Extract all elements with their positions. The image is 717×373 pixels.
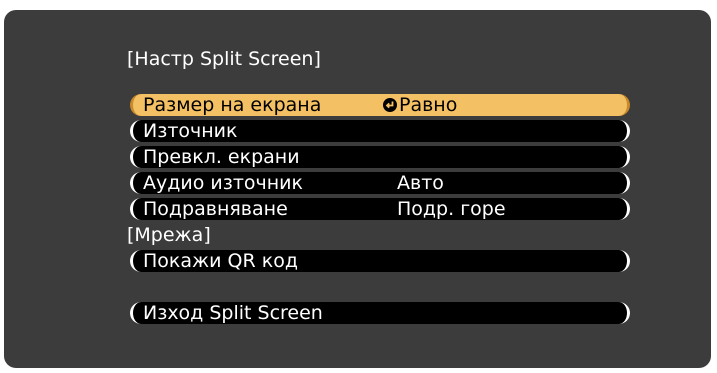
menu-item-value: Равно (383, 92, 457, 118)
menu-item-audio-source[interactable]: Аудио източник Авто (130, 172, 630, 194)
menu-item-value: Подр. горе (397, 198, 506, 220)
menu-item-label: Превкл. екрани (143, 146, 300, 168)
enter-icon (383, 98, 397, 112)
menu-item-alignment[interactable]: Подравняване Подр. горе (130, 198, 630, 220)
menu-item-label: Покажи QR код (143, 250, 298, 272)
menu-item-source[interactable]: Източник (130, 120, 630, 142)
menu-item-label: Източник (143, 120, 238, 142)
menu-item-show-qr[interactable]: Покажи QR код (130, 250, 630, 272)
section-network: [Мрежа] (127, 224, 211, 246)
menu-item-label: Размер на екрана (143, 94, 322, 116)
menu-item-value: Авто (397, 172, 444, 194)
menu-item-label: Аудио източник (143, 172, 304, 194)
menu-item-swap-screens[interactable]: Превкл. екрани (130, 146, 630, 168)
projector-screen: [Настр Split Screen] Размер на екрана Ра… (4, 10, 711, 368)
menu-title: [Настр Split Screen] (127, 48, 321, 70)
menu-item-label: Подравняване (143, 198, 288, 220)
split-screen-menu: [Настр Split Screen] Размер на екрана Ра… (4, 10, 711, 368)
menu-item-label: Изход Split Screen (143, 302, 323, 324)
menu-item-exit-split-screen[interactable]: Изход Split Screen (130, 302, 630, 324)
menu-item-screen-size[interactable]: Размер на екрана Равно (130, 94, 630, 116)
